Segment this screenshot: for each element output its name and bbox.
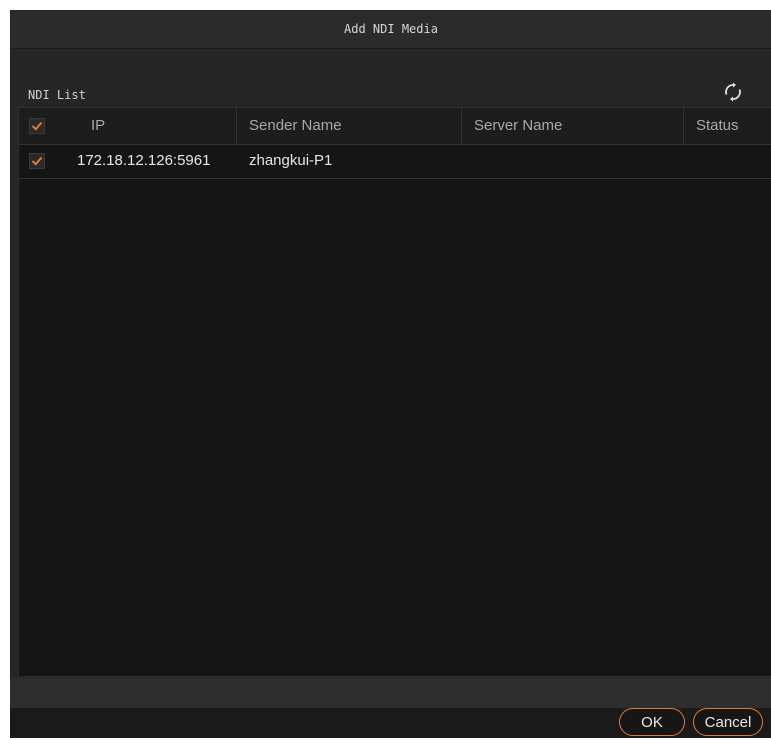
table-row[interactable]: 172.18.12.126:5961 zhangkui-P1: [19, 144, 771, 179]
checkmark-icon: [31, 156, 43, 166]
ndi-list-title: NDI List: [28, 88, 86, 102]
dialog-title: Add NDI Media: [344, 22, 438, 36]
add-ndi-media-dialog: Add NDI Media NDI List IP Sender Name Se…: [10, 10, 771, 738]
column-header-status[interactable]: Status: [683, 108, 771, 144]
column-header-sender-name[interactable]: Sender Name: [236, 108, 461, 144]
checkmark-icon: [31, 121, 43, 131]
cancel-button[interactable]: Cancel: [693, 708, 763, 736]
dialog-title-bar: Add NDI Media: [10, 10, 771, 49]
table-header: IP Sender Name Server Name Status: [19, 108, 771, 145]
ndi-table: IP Sender Name Server Name Status 172.18…: [18, 107, 771, 677]
column-header-server-name[interactable]: Server Name: [461, 108, 683, 144]
refresh-button[interactable]: [718, 77, 748, 107]
dialog-bottom-strip: [10, 678, 771, 709]
cell-ip: 172.18.12.126:5961: [77, 152, 211, 169]
refresh-icon: [725, 82, 741, 102]
column-header-ip[interactable]: IP: [91, 108, 105, 144]
cell-sender-name: zhangkui-P1: [249, 152, 333, 169]
ok-button[interactable]: OK: [619, 708, 685, 736]
